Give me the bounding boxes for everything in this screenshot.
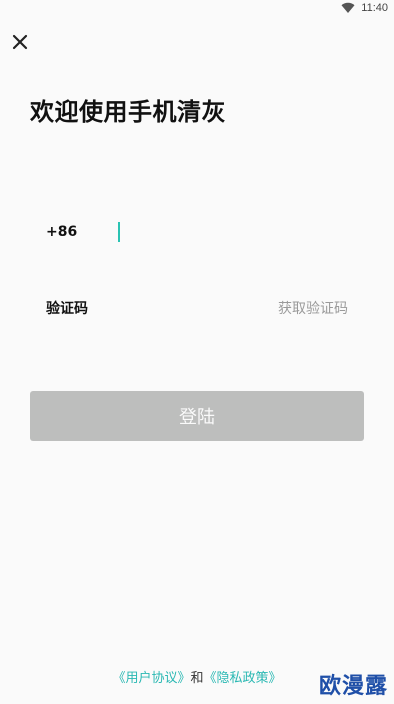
login-button[interactable]: 登陆 — [30, 391, 364, 441]
agreement-connector: 和 — [190, 671, 204, 686]
verification-code-row: 验证码 获取验证码 — [30, 290, 364, 326]
close-button[interactable] — [10, 32, 30, 52]
page-title: 欢迎使用手机清灰 — [30, 98, 226, 126]
close-icon — [10, 34, 30, 56]
wifi-icon — [341, 2, 355, 14]
get-code-button[interactable]: 获取验证码 — [278, 298, 348, 318]
status-bar: 11:40 — [0, 0, 394, 16]
phone-input[interactable] — [124, 219, 364, 245]
user-agreement-link[interactable]: 《用户协议》 — [112, 671, 190, 686]
verification-code-field[interactable]: 验证码 — [46, 298, 88, 318]
country-code-selector[interactable]: +86 — [46, 224, 102, 240]
privacy-policy-link[interactable]: 《隐私政策》 — [204, 671, 282, 686]
status-time: 11:40 — [361, 2, 388, 14]
watermark-logo: 欧漫露 — [318, 674, 388, 699]
phone-field-row: +86 — [30, 214, 364, 250]
text-cursor — [118, 222, 120, 242]
